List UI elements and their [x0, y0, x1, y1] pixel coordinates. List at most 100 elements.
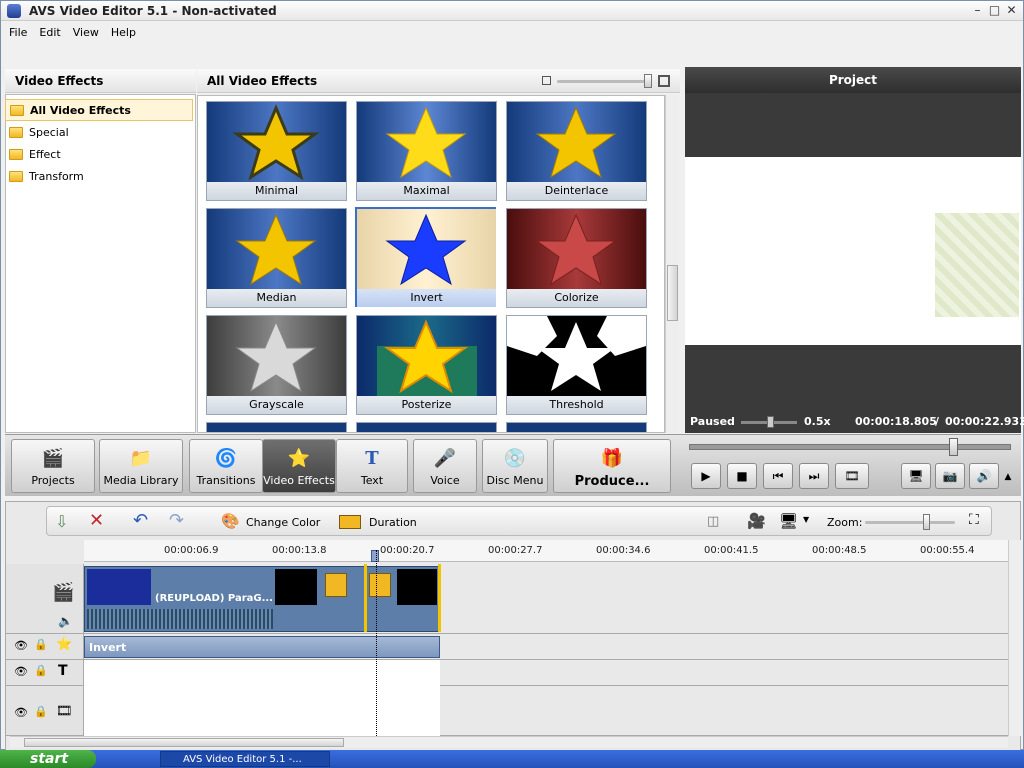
effect-maximal[interactable]: Maximal — [356, 101, 497, 201]
overlay-track: 👁 🔒 🎞 — [6, 686, 1008, 736]
category-all-video-effects[interactable]: All Video Effects — [5, 99, 193, 121]
eye-icon[interactable]: 👁 — [14, 706, 28, 719]
projects-button[interactable]: 🎬 Projects — [11, 439, 95, 493]
category-effect[interactable]: Effect — [5, 143, 193, 165]
play-button[interactable]: ▶ — [691, 463, 721, 489]
more-controls-arrow-icon[interactable]: ▲ — [1001, 467, 1015, 487]
menu-edit[interactable]: Edit — [39, 26, 60, 42]
add-to-timeline-icon[interactable]: ⇩ — [55, 512, 68, 531]
star-icon — [232, 104, 320, 181]
effect-invert[interactable]: Invert — [355, 207, 496, 307]
playhead-handle[interactable] — [371, 550, 379, 562]
webcam-icon[interactable]: 🎥 — [747, 512, 766, 530]
effect-thumbnail — [357, 316, 496, 396]
effect-next-row[interactable] — [356, 422, 497, 432]
effect-clip[interactable]: Invert — [84, 636, 440, 658]
voice-button[interactable]: 🎤 Voice — [413, 439, 477, 493]
transition-icon[interactable] — [325, 573, 347, 597]
clapperboard-icon: 🎬 — [41, 448, 65, 469]
preview-frame — [685, 157, 1021, 345]
eye-icon[interactable]: 👁 — [14, 639, 28, 652]
effect-threshold[interactable]: Threshold — [506, 315, 647, 415]
lock-icon[interactable]: 🔒 — [34, 638, 48, 651]
timeline-horizontal-scrollbar[interactable] — [10, 736, 1008, 748]
next-frame-button[interactable]: ⏭ — [799, 463, 829, 489]
seek-bar[interactable] — [689, 444, 1011, 450]
fit-to-window-icon[interactable]: ⛶ — [969, 512, 979, 528]
delete-icon[interactable]: ✕ — [89, 510, 104, 531]
small-thumbnail-icon[interactable] — [542, 76, 551, 85]
lock-icon[interactable]: 🔒 — [34, 664, 48, 677]
playback-status: Paused — [690, 415, 735, 428]
taskbar-item-avs[interactable]: AVS Video Editor 5.1 -... — [160, 751, 330, 767]
grid-scrollbar-thumb[interactable] — [667, 265, 678, 321]
category-special[interactable]: Special — [5, 121, 193, 143]
media-library-button[interactable]: 📁 Media Library — [99, 439, 183, 493]
effect-posterize[interactable]: Posterize — [356, 315, 497, 415]
effect-next-row[interactable] — [506, 422, 647, 432]
view-mode-button[interactable]: 🖥 — [901, 463, 931, 489]
video-effects-button[interactable]: ⭐ Video Effects — [262, 439, 336, 493]
timeline-scrollbar-thumb[interactable] — [24, 738, 344, 747]
text-track-area[interactable] — [84, 660, 440, 686]
effect-median[interactable]: Median — [206, 208, 347, 308]
duration-icon[interactable] — [339, 515, 361, 529]
split-icon[interactable]: ◫ — [707, 514, 719, 529]
folder-icon — [9, 126, 23, 138]
volume-button[interactable]: 🔊 — [969, 463, 999, 489]
transitions-button[interactable]: 🌀 Transitions — [189, 439, 263, 493]
menu-help[interactable]: Help — [111, 26, 136, 42]
start-button[interactable]: start — [0, 750, 96, 768]
zoom-slider[interactable] — [865, 521, 955, 524]
effect-minimal[interactable]: Minimal — [206, 101, 347, 201]
thumbnail-size-slider-handle[interactable] — [644, 74, 652, 88]
duration-button[interactable]: Duration — [369, 516, 417, 529]
overlay-track-area[interactable] — [84, 686, 440, 736]
left-panel-header: Video Effects — [5, 69, 196, 93]
category-transform[interactable]: Transform — [5, 165, 193, 187]
disc-menu-button[interactable]: 💿 Disc Menu — [482, 439, 548, 493]
fullscreen-preview-button[interactable]: 🎞 — [835, 463, 869, 489]
display-mode-icon[interactable]: 🖥 — [779, 512, 798, 530]
clip-thumbnail — [397, 569, 437, 605]
video-clip[interactable]: (REUPLOAD) ParaG... — [84, 566, 440, 632]
chevron-down-icon[interactable]: ▼ — [803, 515, 809, 524]
effect-deinterlace[interactable]: Deinterlace — [506, 101, 647, 201]
effect-thumbnail — [357, 209, 496, 289]
menu-view[interactable]: View — [73, 26, 99, 42]
effect-thumbnail — [507, 209, 646, 289]
menu-file[interactable]: File — [9, 26, 27, 42]
redo-icon[interactable]: ↷ — [169, 510, 184, 531]
text-button[interactable]: T Text — [336, 439, 408, 493]
title-bar[interactable]: AVS Video Editor 5.1 - Non-activated – □… — [1, 1, 1023, 21]
effect-next-row[interactable] — [206, 422, 347, 432]
thumbnail-size-slider[interactable] — [557, 80, 651, 83]
clip-thumbnail — [275, 569, 317, 605]
lock-icon[interactable]: 🔒 — [34, 705, 48, 718]
minimize-button[interactable]: – — [970, 3, 985, 18]
star-icon — [535, 213, 617, 286]
speed-slider-handle[interactable] — [767, 416, 774, 428]
effect-grayscale[interactable]: Grayscale — [206, 315, 347, 415]
large-thumbnail-icon[interactable] — [658, 75, 670, 87]
timeline-vertical-scrollbar[interactable] — [1008, 540, 1022, 736]
timeline-ruler[interactable]: 00:00:06.9 00:00:13.8 00:00:20.7 00:00:2… — [84, 540, 1010, 562]
transition-icon[interactable] — [369, 573, 391, 597]
close-button[interactable]: ✕ — [1004, 3, 1019, 18]
undo-icon[interactable]: ↶ — [133, 510, 148, 531]
audio-icon[interactable]: 🔈 — [58, 614, 73, 628]
change-color-icon[interactable]: 🎨 — [221, 512, 240, 530]
grid-scrollbar[interactable] — [665, 95, 679, 433]
maximize-button[interactable]: □ — [987, 3, 1002, 18]
change-color-button[interactable]: Change Color — [246, 516, 320, 529]
produce-button[interactable]: 🎁 Produce... — [553, 439, 671, 493]
seek-bar-handle[interactable] — [949, 438, 958, 456]
star-icon — [235, 213, 317, 286]
effect-colorize[interactable]: Colorize — [506, 208, 647, 308]
stop-button[interactable]: ■ — [727, 463, 757, 489]
snapshot-button[interactable]: 📷 — [935, 463, 965, 489]
zoom-slider-handle[interactable] — [923, 514, 930, 530]
eye-icon[interactable]: 👁 — [14, 665, 28, 678]
previous-frame-button[interactable]: ⏮ — [763, 463, 793, 489]
star-icon — [385, 106, 467, 179]
